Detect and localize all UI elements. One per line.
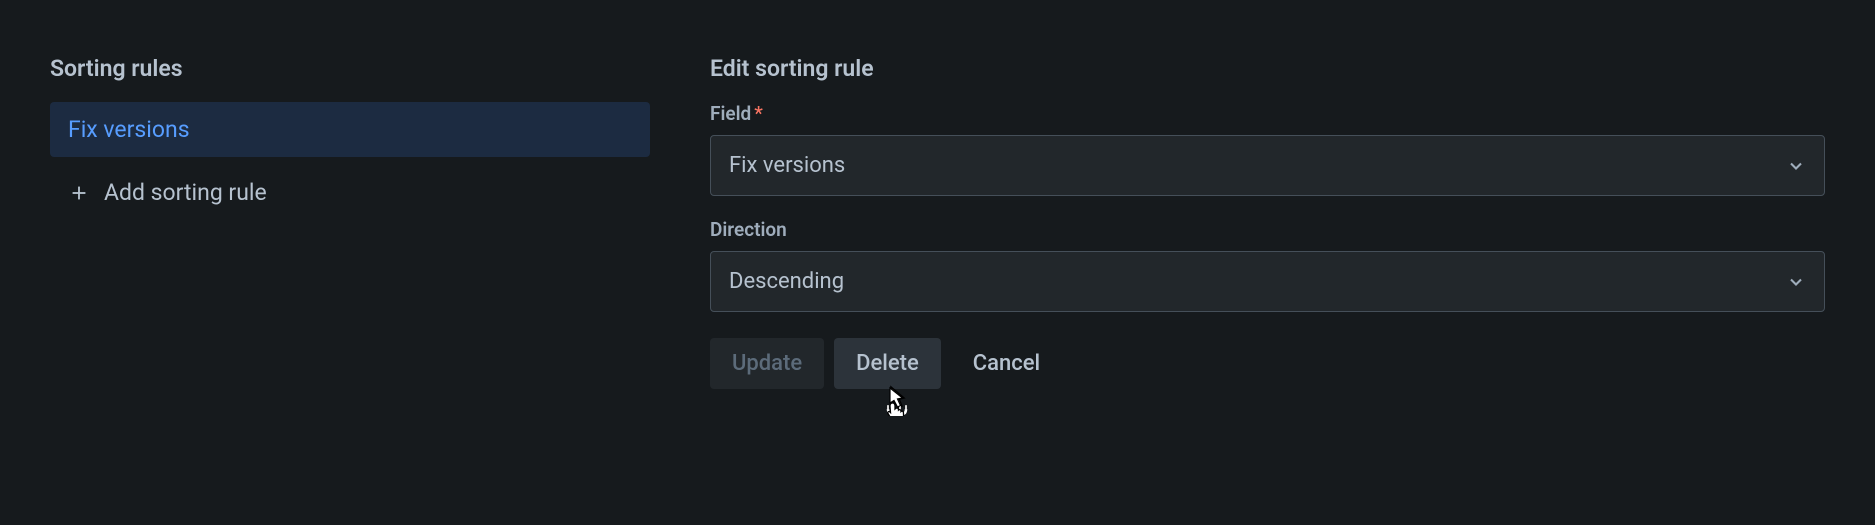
edit-sorting-rule-panel: Edit sorting rule Field * Fix versions: [710, 55, 1825, 389]
field-group-field: Field * Fix versions: [710, 102, 1825, 196]
field-select-value: Fix versions: [729, 153, 845, 178]
delete-button[interactable]: Delete: [834, 338, 941, 389]
sorting-rule-item[interactable]: Fix versions: [50, 102, 650, 157]
chevron-down-icon: [1786, 156, 1806, 176]
sorting-rule-label: Fix versions: [68, 116, 190, 143]
field-group-direction: Direction Descending: [710, 218, 1825, 312]
add-sorting-rule-button[interactable]: Add sorting rule: [50, 167, 285, 218]
field-select[interactable]: Fix versions: [710, 135, 1825, 196]
sorting-rules-title: Sorting rules: [50, 55, 650, 82]
direction-label: Direction: [710, 218, 1825, 241]
direction-select[interactable]: Descending: [710, 251, 1825, 312]
field-label: Field *: [710, 102, 1825, 125]
required-asterisk: *: [754, 102, 763, 125]
plus-icon: [68, 182, 90, 204]
update-button[interactable]: Update: [710, 338, 824, 389]
edit-sorting-rule-title: Edit sorting rule: [710, 55, 1825, 82]
sorting-rules-panel: Sorting rules Fix versions Add sorting r…: [50, 55, 650, 389]
direction-select-value: Descending: [729, 269, 844, 294]
add-sorting-rule-label: Add sorting rule: [104, 179, 267, 206]
action-buttons: Update Delete Cancel: [710, 338, 1825, 389]
chevron-down-icon: [1786, 272, 1806, 292]
cancel-button[interactable]: Cancel: [951, 338, 1062, 389]
